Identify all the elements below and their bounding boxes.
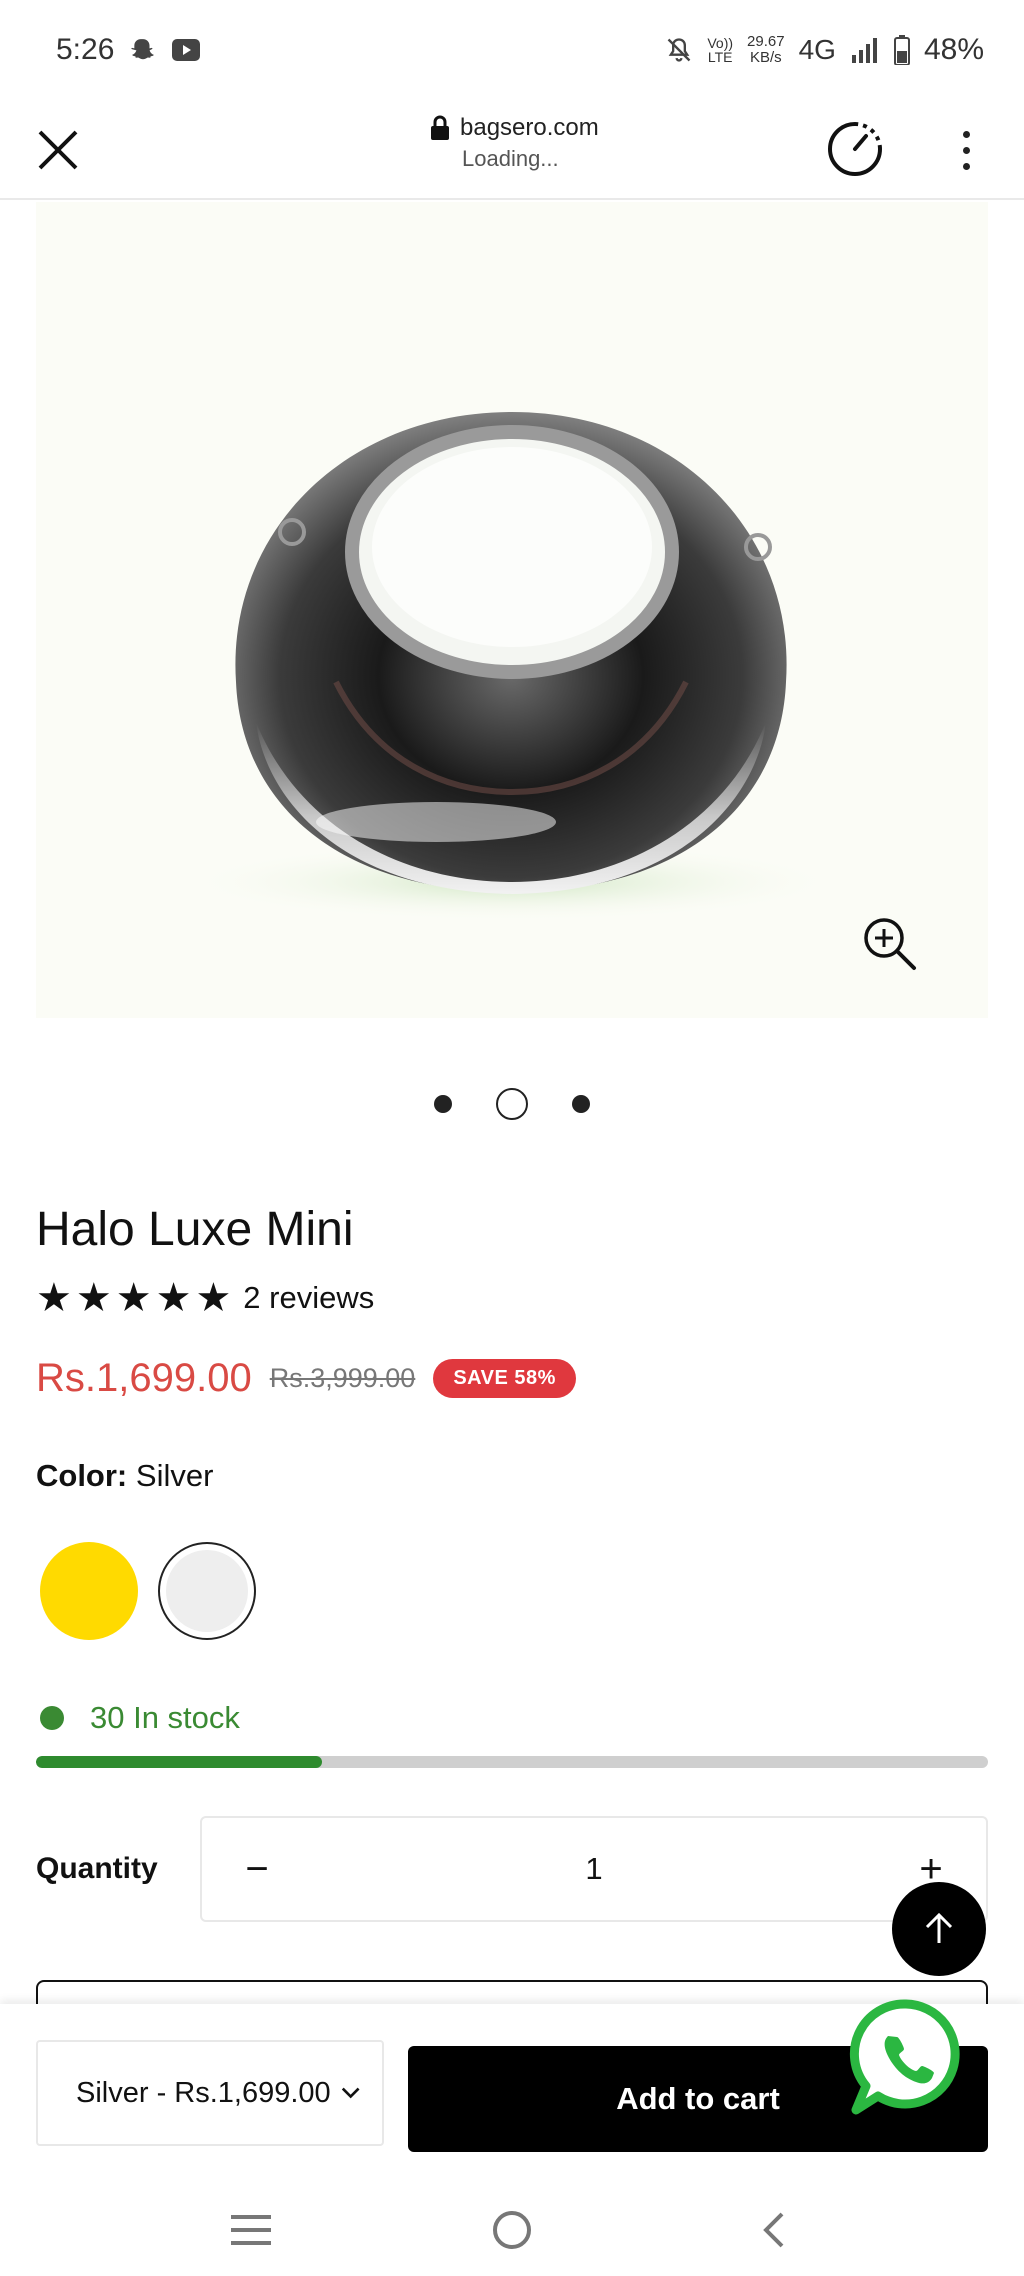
zoom-in-icon xyxy=(864,918,916,970)
youtube-icon xyxy=(172,39,201,61)
quantity-decrease-button[interactable]: − xyxy=(202,1847,312,1892)
scroll-to-top-button[interactable] xyxy=(892,1882,986,1976)
home-button[interactable] xyxy=(482,2200,542,2260)
status-time: 5:26 xyxy=(56,33,115,66)
data-saver-button[interactable] xyxy=(824,118,886,180)
review-count[interactable]: 2 reviews xyxy=(243,1280,374,1316)
browser-toolbar: bagsero.com Loading... xyxy=(0,100,1024,200)
volte-indicator: Vo)) LTE xyxy=(707,36,733,64)
lock-icon xyxy=(431,115,449,140)
gallery-dot-3[interactable] xyxy=(572,1095,590,1113)
color-label: Color: xyxy=(36,1458,128,1493)
status-right: Vo)) LTE 29.67 KB/s 4G 48% xyxy=(665,33,984,67)
star-icon: ★ xyxy=(155,1276,192,1320)
variant-select-value: Silver - Rs.1,699.00 xyxy=(76,2076,331,2109)
chevron-down-icon xyxy=(341,2087,360,2099)
system-navigation-bar xyxy=(0,2184,1024,2276)
address-bar[interactable]: bagsero.com Loading... xyxy=(430,114,599,172)
whatsapp-chat-button[interactable] xyxy=(846,1996,966,2120)
gallery-dot-2-active[interactable] xyxy=(496,1088,528,1120)
star-icon: ★ xyxy=(36,1276,72,1320)
save-badge: SAVE 58% xyxy=(433,1359,576,1398)
compare-price: Rs.3,999.00 xyxy=(269,1363,416,1393)
swatch-silver-selected[interactable] xyxy=(158,1542,256,1640)
quantity-input[interactable]: 1 xyxy=(312,1851,876,1887)
stock-progress-bar xyxy=(36,1756,988,1768)
signal-icon xyxy=(851,38,877,63)
more-vertical-icon xyxy=(962,130,970,138)
gallery-dot-1[interactable] xyxy=(434,1095,452,1113)
network-speed-value: 29.67 xyxy=(747,33,785,50)
color-option-label: Color: Silver xyxy=(36,1458,213,1494)
stock-indicator-dot xyxy=(40,1706,64,1730)
gallery-pagination xyxy=(0,1088,1024,1120)
network-speed: 29.67 KB/s xyxy=(747,34,785,66)
swatch-gold[interactable] xyxy=(40,1542,138,1640)
quantity-label: Quantity xyxy=(36,1852,158,1885)
recent-apps-icon xyxy=(230,2215,271,2245)
browser-menu-button[interactable] xyxy=(946,120,986,180)
status-bar: 5:26 Vo)) LTE 29.67 KB/s 4G 48% xyxy=(0,0,1024,100)
back-chevron-icon xyxy=(763,2212,784,2248)
page-load-status: Loading... xyxy=(462,146,559,171)
color-swatches xyxy=(40,1542,256,1640)
status-left: 5:26 xyxy=(56,33,201,67)
volte-bottom-text: LTE xyxy=(707,49,733,65)
stock-progress-fill xyxy=(36,1756,322,1768)
rating-summary[interactable]: ★ ★ ★ ★ ★ 2 reviews xyxy=(36,1278,374,1318)
product-title: Halo Luxe Mini xyxy=(36,1203,354,1256)
product-image[interactable] xyxy=(36,202,988,1018)
close-tab-button[interactable] xyxy=(30,122,86,178)
arrow-up-icon xyxy=(925,1912,953,1943)
quantity-stepper: − 1 + xyxy=(200,1816,988,1922)
whatsapp-icon xyxy=(849,1999,960,2115)
star-icon: ★ xyxy=(195,1276,232,1320)
mute-bell-icon xyxy=(668,38,691,62)
close-icon xyxy=(38,130,78,170)
zoom-button[interactable] xyxy=(860,914,920,974)
color-value: Silver xyxy=(135,1458,214,1493)
back-button[interactable] xyxy=(743,2200,803,2260)
product-photo-silver-bag xyxy=(182,412,842,922)
stock-status: 30 In stock xyxy=(40,1700,240,1736)
recent-apps-button[interactable] xyxy=(221,2200,281,2260)
price-row: Rs.1,699.00 Rs.3,999.00 SAVE 58% xyxy=(36,1356,576,1401)
variant-select[interactable]: Silver - Rs.1,699.00 xyxy=(36,2040,384,2146)
home-circle-icon xyxy=(492,2211,531,2249)
network-speed-unit: KB/s xyxy=(749,49,782,66)
volte-top-text: Vo)) xyxy=(707,35,734,51)
url-text: bagsero.com xyxy=(460,114,599,141)
speedometer-icon xyxy=(828,122,882,176)
snapchat-icon xyxy=(131,39,155,60)
sale-price: Rs.1,699.00 xyxy=(36,1356,252,1400)
star-icon: ★ xyxy=(75,1276,112,1320)
battery-percent: 48% xyxy=(923,33,984,66)
stock-text: 30 In stock xyxy=(90,1700,240,1735)
battery-icon xyxy=(893,35,910,65)
star-icon: ★ xyxy=(115,1276,152,1320)
network-type: 4G xyxy=(798,34,836,65)
